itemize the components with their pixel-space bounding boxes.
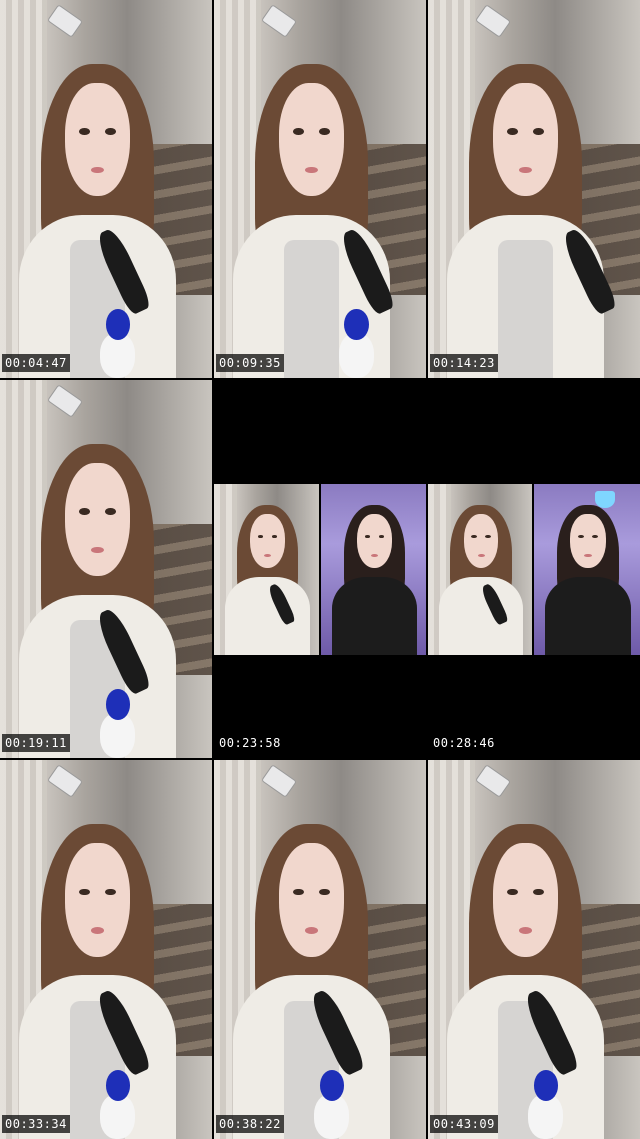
thumbnail-4[interactable]: 00:19:11 [0,380,212,758]
guest [545,504,632,655]
thumbnail-9[interactable]: 00:43:09 [428,760,640,1139]
streamer [232,824,391,1139]
streamer [438,504,524,655]
subframe-streamer [214,484,319,655]
subframe-guest [534,484,640,655]
plush-toy [100,308,136,378]
thumbnail-2[interactable]: 00:09:35 [214,0,426,378]
streamer [232,64,397,378]
guest [331,504,418,655]
thumbnail-6[interactable]: 00:28:46 [428,380,640,758]
thumbnail-grid: 00:04:47 00:09:35 00:14:23 00:19:11 00:2… [0,0,640,1139]
timestamp-label: 00:19:11 [2,734,70,752]
plush-toy [314,1069,350,1139]
streamer [446,824,605,1139]
subframe-guest [321,484,426,655]
plush-toy [100,1069,136,1139]
streamer [18,824,177,1139]
thumbnail-1[interactable]: 00:04:47 [0,0,212,378]
thumbnail-7[interactable]: 00:33:34 [0,760,212,1139]
timestamp-label: 00:28:46 [430,734,498,752]
crown-icon [595,490,615,508]
timestamp-label: 00:14:23 [430,354,498,372]
streamer [224,504,311,655]
thumbnail-3[interactable]: 00:14:23 [428,0,640,378]
plush-toy [528,1069,564,1139]
timestamp-label: 00:43:09 [430,1115,498,1133]
thumbnail-8[interactable]: 00:38:22 [214,760,426,1139]
subframe-streamer [428,484,532,655]
timestamp-label: 00:23:58 [216,734,284,752]
thumbnail-5[interactable]: 00:23:58 [214,380,426,758]
plush-toy [338,308,374,378]
plush-toy [100,688,136,758]
timestamp-label: 00:33:34 [2,1115,70,1133]
timestamp-label: 00:09:35 [216,354,284,372]
streamer [18,64,177,378]
streamer [18,444,177,758]
timestamp-label: 00:38:22 [216,1115,284,1133]
timestamp-label: 00:04:47 [2,354,70,372]
streamer [446,64,619,378]
